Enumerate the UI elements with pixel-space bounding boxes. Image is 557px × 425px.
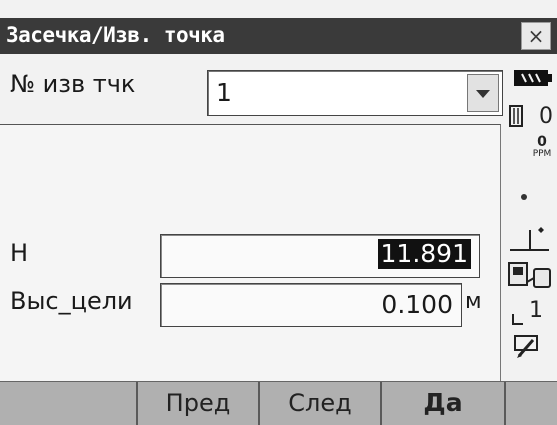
known-point-label: № изв тчк: [10, 70, 136, 98]
height-label: H: [10, 239, 29, 267]
softkey-prev[interactable]: Пред: [138, 382, 260, 425]
known-point-select[interactable]: 1: [207, 70, 503, 116]
target-height-unit: м: [465, 289, 482, 314]
instrument-icon: [508, 262, 551, 288]
page-icon: [512, 314, 523, 325]
softkey-ok[interactable]: Да: [382, 382, 506, 425]
status-column: 0 0 PPM 1: [505, 62, 557, 380]
ppm-icon: 0 PPM: [529, 134, 555, 159]
softkey-5[interactable]: [506, 382, 557, 425]
softkey-next[interactable]: След: [260, 382, 382, 425]
height-field[interactable]: 11.891: [160, 234, 480, 278]
known-point-value: 1: [216, 78, 232, 107]
ppm-value: 0: [537, 134, 547, 150]
target-height-value: 0.100: [381, 290, 453, 319]
chevron-down-icon[interactable]: [467, 74, 499, 112]
prism-icon: [509, 105, 523, 127]
softkey-1[interactable]: [0, 382, 138, 425]
tilt-icon: [510, 227, 549, 251]
battery-icon: [514, 70, 552, 86]
pencil-icon: [514, 335, 538, 358]
target-height-field[interactable]: 0.100: [160, 283, 462, 327]
close-button[interactable]: ×: [521, 22, 551, 50]
dot-icon: [521, 194, 527, 200]
softkey-bar: Пред След Да: [0, 381, 557, 425]
window-title: Засечка/Изв. точка: [6, 23, 225, 47]
prism-count: 0: [539, 104, 553, 129]
page-number: 1: [529, 298, 543, 323]
height-value: 11.891: [377, 239, 471, 269]
ppm-label: PPM: [532, 149, 552, 159]
title-bar: Засечка/Изв. точка ×: [0, 18, 557, 54]
data-panel: H 11.891 Выс_цели 0.100 м: [0, 124, 501, 382]
survey-screen: Засечка/Изв. точка × № изв тчк 1 H 11.89…: [0, 0, 557, 425]
target-height-label: Выс_цели: [10, 287, 133, 315]
